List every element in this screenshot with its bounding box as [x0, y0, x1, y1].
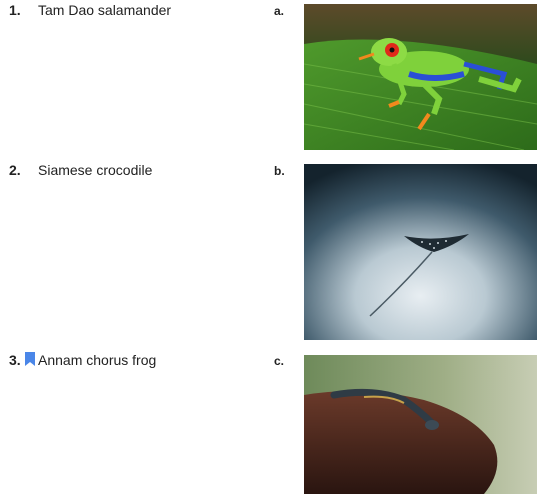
- item-number-3: 3.: [9, 352, 21, 368]
- option-letter-b: b.: [274, 164, 285, 178]
- tree-frog-illustration: [304, 4, 537, 150]
- option-image-c[interactable]: [304, 355, 537, 494]
- item-label-1: Tam Dao salamander: [38, 2, 172, 18]
- bookmark-icon[interactable]: [25, 352, 35, 366]
- option-image-a[interactable]: [304, 4, 537, 150]
- item-number-1: 1.: [9, 2, 21, 18]
- item-label-2: Siamese crocodile: [38, 162, 153, 178]
- item-label-3: Annam chorus frog: [38, 352, 157, 368]
- option-image-b[interactable]: [304, 164, 537, 340]
- salamander-illustration: [304, 355, 537, 494]
- item-number-2: 2.: [9, 162, 21, 178]
- option-letter-c: c.: [274, 354, 285, 368]
- option-letter-a: a.: [274, 4, 285, 18]
- eagle-ray-illustration: [304, 164, 537, 340]
